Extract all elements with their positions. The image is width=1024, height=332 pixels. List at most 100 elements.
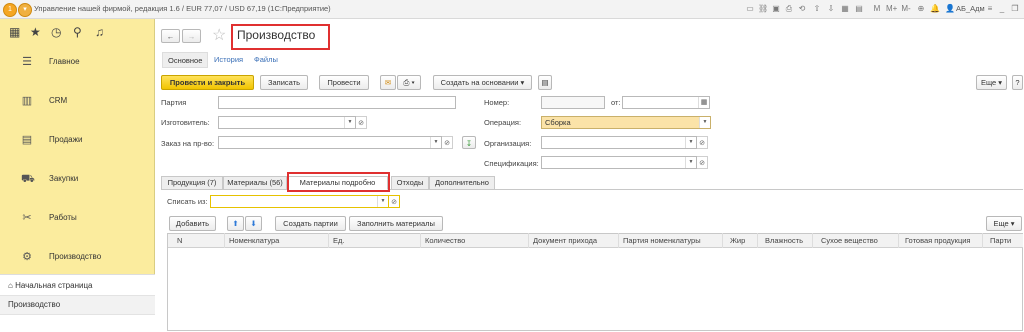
back-button[interactable]: ← bbox=[161, 29, 180, 43]
sidebar-item-works[interactable]: ✂ Работы bbox=[0, 199, 155, 237]
fill-from-order-icon[interactable]: ↧ bbox=[462, 136, 476, 149]
chevron-down-icon[interactable]: ▼ bbox=[699, 117, 710, 128]
batch-field[interactable] bbox=[218, 96, 456, 109]
download-icon[interactable]: ⇩ bbox=[826, 4, 836, 14]
column-header-receipt-document[interactable]: Документ прихода bbox=[529, 233, 619, 248]
memory-subtract-button[interactable]: M- bbox=[901, 4, 911, 14]
more-button[interactable]: Еще ▾ bbox=[976, 75, 1007, 90]
sidebar-item-crm[interactable]: ▥ CRM bbox=[0, 82, 155, 120]
subnav-link-files[interactable]: Файлы bbox=[254, 55, 278, 64]
open-link-icon[interactable]: ⊘ bbox=[356, 116, 367, 129]
calendar-icon[interactable]: ▦ bbox=[698, 97, 709, 108]
home-page-label: Начальная страница bbox=[15, 281, 93, 290]
minimize-icon[interactable]: _ bbox=[997, 4, 1007, 14]
create-batches-button[interactable]: Создать партии bbox=[275, 216, 346, 231]
move-down-icon[interactable]: ⬇ bbox=[245, 216, 262, 231]
specification-field[interactable]: ▼ bbox=[541, 156, 697, 169]
open-window-production[interactable]: Производство bbox=[0, 295, 155, 315]
tab-waste[interactable]: Отходы bbox=[391, 176, 429, 190]
chevron-down-icon[interactable]: ▼ bbox=[685, 137, 696, 148]
tab-products[interactable]: Продукция (7) bbox=[161, 176, 223, 190]
operation-value: Сборка bbox=[545, 118, 571, 127]
upload-icon[interactable]: ⇧ bbox=[812, 4, 822, 14]
sidebar-item-label: Работы bbox=[49, 213, 77, 222]
organization-field[interactable]: ▼ bbox=[541, 136, 697, 149]
open-link-icon[interactable]: ⊘ bbox=[442, 136, 453, 149]
sidebar-item-main[interactable]: ☰ Главное bbox=[0, 43, 155, 81]
sidebar-item-label: Главное bbox=[49, 57, 80, 66]
column-header-quantity[interactable]: Количество bbox=[421, 233, 529, 248]
manufacturer-label: Изготовитель: bbox=[161, 118, 210, 127]
sidebar-item-production[interactable]: ⚙ Производство bbox=[0, 238, 155, 276]
sidebar-item-sales[interactable]: ▤ Продажи bbox=[0, 121, 155, 159]
manufacturer-field[interactable]: ▼ bbox=[218, 116, 356, 129]
help-button[interactable]: ? bbox=[1012, 75, 1023, 90]
column-header-nomenclature[interactable]: Номенклатура bbox=[225, 233, 329, 248]
column-header-batch-2[interactable]: Парти bbox=[983, 233, 1023, 248]
print-icon[interactable]: ⎙ bbox=[784, 4, 794, 14]
chevron-down-icon[interactable]: ▼ bbox=[377, 196, 388, 207]
save-button[interactable]: Записать bbox=[260, 75, 308, 90]
number-field[interactable] bbox=[541, 96, 605, 109]
column-header-moisture[interactable]: Влажность bbox=[758, 233, 813, 248]
history-icon[interactable]: ⟲ bbox=[797, 4, 807, 14]
operation-field[interactable]: Сборка ▼ bbox=[541, 116, 711, 129]
tab-additional[interactable]: Дополнительно bbox=[429, 176, 495, 190]
restore-icon[interactable]: ❐ bbox=[1010, 4, 1020, 14]
app-logo-icon[interactable]: 1 bbox=[3, 3, 17, 17]
notification-icon[interactable]: 🔔 bbox=[930, 4, 940, 14]
more-label: Еще bbox=[980, 78, 997, 87]
chevron-down-icon[interactable]: ▼ bbox=[430, 137, 441, 148]
table-icon[interactable]: ▦ bbox=[840, 4, 850, 14]
column-header-unit[interactable]: Ед. bbox=[329, 233, 421, 248]
table-more-button[interactable]: Еще ▾ bbox=[986, 216, 1022, 231]
column-header-finished-product[interactable]: Готовая продукция bbox=[899, 233, 983, 248]
column-header-dry-matter[interactable]: Сухое вещество bbox=[813, 233, 899, 248]
create-based-on-label: Создать на основании bbox=[440, 78, 519, 87]
open-link-icon[interactable]: ⊘ bbox=[697, 136, 708, 149]
column-header-n[interactable]: N bbox=[168, 233, 225, 248]
subnav-tab-main[interactable]: Основное bbox=[162, 52, 208, 68]
add-button[interactable]: Добавить bbox=[169, 216, 216, 231]
open-link-icon[interactable]: ⊘ bbox=[697, 156, 708, 169]
zoom-icon[interactable]: ⊕ bbox=[916, 4, 926, 14]
column-header-batch[interactable]: Партия номенклатуры bbox=[619, 233, 723, 248]
create-based-on-button[interactable]: Создать на основании ▾ bbox=[433, 75, 532, 90]
move-up-icon[interactable]: ⬆ bbox=[227, 216, 244, 231]
calendar-icon[interactable]: ▤ bbox=[854, 4, 864, 14]
tab-materials[interactable]: Материалы (56) bbox=[223, 176, 287, 190]
production-icon: ⚙ bbox=[22, 251, 32, 263]
favorites-star-icon[interactable]: ★ bbox=[30, 25, 41, 39]
memory-button[interactable]: M bbox=[872, 4, 882, 14]
fill-materials-button[interactable]: Заполнить материалы bbox=[349, 216, 443, 231]
favorite-star-icon[interactable]: ☆ bbox=[212, 25, 226, 45]
user-name[interactable]: АБ_Адм bbox=[956, 4, 985, 13]
post-and-close-button[interactable]: Провести и закрыть bbox=[161, 75, 254, 90]
sidebar-item-purchases[interactable]: ⛟ Закупки bbox=[0, 160, 155, 198]
settings-icon[interactable]: ≡ bbox=[985, 4, 995, 14]
print-dropdown-button[interactable]: ⎙ ▾ bbox=[397, 75, 421, 90]
email-icon[interactable]: ✉ bbox=[380, 75, 396, 90]
write-off-from-field[interactable]: ▼ bbox=[210, 195, 389, 208]
subnav-link-history[interactable]: История bbox=[214, 55, 243, 64]
link-icon[interactable]: ⛓ bbox=[758, 4, 768, 14]
history-clock-icon[interactable]: ◷ bbox=[51, 25, 61, 39]
chevron-down-icon[interactable]: ▼ bbox=[344, 117, 355, 128]
apps-grid-icon[interactable]: ▦ bbox=[9, 25, 20, 39]
chevron-down-icon[interactable]: ▼ bbox=[685, 157, 696, 168]
more-label: Еще bbox=[993, 219, 1009, 228]
column-header-fat[interactable]: Жир bbox=[723, 233, 758, 248]
notifications-bell-icon[interactable]: ♫ bbox=[95, 25, 104, 39]
post-button[interactable]: Провести bbox=[319, 75, 369, 90]
search-icon[interactable]: ⚲ bbox=[73, 25, 82, 39]
forward-button[interactable]: → bbox=[182, 29, 201, 43]
home-page-link[interactable]: ⌂ Начальная страница bbox=[8, 281, 92, 290]
open-link-icon[interactable]: ⊘ bbox=[389, 195, 400, 208]
copy-icon[interactable]: ▭ bbox=[745, 4, 755, 14]
date-field[interactable]: ▦ bbox=[622, 96, 710, 109]
memory-add-button[interactable]: M+ bbox=[886, 4, 897, 14]
report-icon[interactable]: ▤ bbox=[538, 75, 552, 90]
production-order-field[interactable]: ▼ bbox=[218, 136, 442, 149]
main-menu-icon[interactable]: ▾ bbox=[18, 3, 32, 17]
save-icon[interactable]: ▣ bbox=[771, 4, 781, 14]
